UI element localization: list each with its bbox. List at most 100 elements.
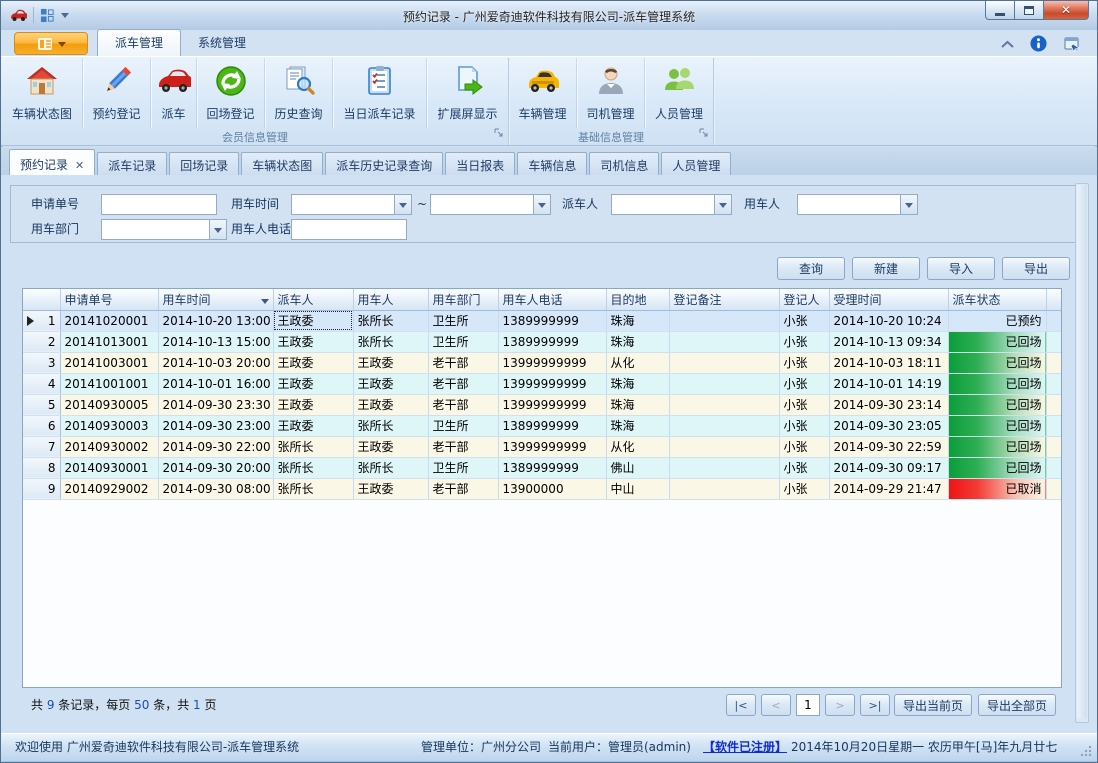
table-row[interactable]: 2201410130012014-10-13 15:00王政委张所长卫生所138… <box>23 331 1061 352</box>
close-button[interactable]: ✕ <box>1044 1 1089 20</box>
import-button[interactable]: 导入 <box>927 257 995 280</box>
doc-tab-回场记录[interactable]: 回场记录 <box>169 152 239 175</box>
cell-dispatcher[interactable]: 王政委 <box>273 394 353 415</box>
cell-dispatcher[interactable]: 王政委 <box>273 352 353 373</box>
doc-tab-车辆状态图[interactable]: 车辆状态图 <box>241 152 323 175</box>
cell-dispatcher[interactable]: 王政委 <box>273 373 353 394</box>
ribbon-button-司机管理[interactable]: 司机管理 <box>577 58 645 128</box>
order-no-input[interactable] <box>101 194 217 215</box>
cell-note[interactable] <box>669 310 779 331</box>
cell-accepted[interactable]: 2014-09-30 22:59 <box>829 436 948 457</box>
table-row[interactable]: 1201410200012014-10-20 13:00王政委张所长卫生所138… <box>23 310 1061 331</box>
cell-dispatcher[interactable]: 张所长 <box>273 436 353 457</box>
doc-tab-派车记录[interactable]: 派车记录 <box>97 152 167 175</box>
ribbon-button-历史查询[interactable]: 历史查询 <box>265 58 333 128</box>
column-header-用车人[interactable]: 用车人 <box>353 289 428 310</box>
cell-dest[interactable]: 珠海 <box>606 373 669 394</box>
cell-dispatcher[interactable]: 王政委 <box>273 310 353 331</box>
cell-order[interactable]: 20140929002 <box>60 478 158 499</box>
doc-tab-派车历史记录查询[interactable]: 派车历史记录查询 <box>325 152 443 175</box>
next-page-button[interactable]: > <box>825 694 855 716</box>
cell-user[interactable]: 王政委 <box>353 373 428 394</box>
cell-status[interactable]: 已取消 <box>948 478 1046 499</box>
table-row[interactable]: 3201410030012014-10-03 20:00王政委王政委老干部139… <box>23 352 1061 373</box>
cell-time[interactable]: 2014-09-30 23:00 <box>158 415 273 436</box>
cell-dept[interactable]: 老干部 <box>428 352 498 373</box>
ribbon-button-当日派车记录[interactable]: 当日派车记录 <box>333 58 427 128</box>
column-header-受理时间[interactable]: 受理时间 <box>829 289 948 310</box>
cell-user[interactable]: 王政委 <box>353 394 428 415</box>
table-row[interactable]: 7201409300022014-09-30 22:00张所长王政委老干部139… <box>23 436 1061 457</box>
cell-dept[interactable]: 卫生所 <box>428 331 498 352</box>
cell-registrar[interactable]: 小张 <box>779 394 829 415</box>
last-page-button[interactable]: >| <box>860 694 890 716</box>
cell-accepted[interactable]: 2014-09-30 09:17 <box>829 457 948 478</box>
doc-tab-车辆信息[interactable]: 车辆信息 <box>517 152 587 175</box>
doc-tab-当日报表[interactable]: 当日报表 <box>445 152 515 175</box>
style-selector-icon[interactable] <box>1063 36 1081 52</box>
cell-user[interactable]: 王政委 <box>353 478 428 499</box>
cell-dept[interactable]: 卫生所 <box>428 310 498 331</box>
cell-user[interactable]: 张所长 <box>353 310 428 331</box>
cell-registrar[interactable]: 小张 <box>779 436 829 457</box>
cell-order[interactable]: 20141001001 <box>60 373 158 394</box>
cell-dept[interactable]: 老干部 <box>428 373 498 394</box>
cell-dest[interactable]: 从化 <box>606 436 669 457</box>
cell-phone[interactable]: 1389999999 <box>498 457 606 478</box>
cell-time[interactable]: 2014-09-30 08:00 <box>158 478 273 499</box>
cell-note[interactable] <box>669 415 779 436</box>
cell-status[interactable]: 已回场 <box>948 436 1046 457</box>
cell-dispatcher[interactable]: 张所长 <box>273 478 353 499</box>
export-all-pages-button[interactable]: 导出全部页 <box>978 694 1056 716</box>
cell-note[interactable] <box>669 478 779 499</box>
cell-phone[interactable]: 1389999999 <box>498 331 606 352</box>
cell-user[interactable]: 王政委 <box>353 352 428 373</box>
cell-note[interactable] <box>669 352 779 373</box>
ribbon-button-回场登记[interactable]: 回场登记 <box>197 58 265 128</box>
cell-dest[interactable]: 中山 <box>606 478 669 499</box>
query-button[interactable]: 查询 <box>777 257 845 280</box>
cell-phone[interactable]: 13999999999 <box>498 394 606 415</box>
cell-registrar[interactable]: 小张 <box>779 310 829 331</box>
ribbon-button-人员管理[interactable]: 人员管理 <box>645 58 713 128</box>
combo-dropdown-icon[interactable] <box>533 195 550 214</box>
cell-status[interactable]: 已回场 <box>948 331 1046 352</box>
license-link[interactable]: 【软件已注册】 <box>703 734 787 761</box>
column-header-目的地[interactable]: 目的地 <box>606 289 669 310</box>
cell-dest[interactable]: 珠海 <box>606 415 669 436</box>
new-button[interactable]: 新建 <box>852 257 920 280</box>
doc-tab-预约记录[interactable]: 预约记录✕ <box>9 149 95 175</box>
column-header-登记备注[interactable]: 登记备注 <box>669 289 779 310</box>
cell-phone[interactable]: 13999999999 <box>498 373 606 394</box>
table-row[interactable]: 5201409300052014-09-30 23:30王政委王政委老干部139… <box>23 394 1061 415</box>
cell-registrar[interactable]: 小张 <box>779 415 829 436</box>
cell-accepted[interactable]: 2014-09-29 21:47 <box>829 478 948 499</box>
cell-time[interactable]: 2014-09-30 22:00 <box>158 436 273 457</box>
combo-dropdown-icon[interactable] <box>209 220 226 239</box>
cell-time[interactable]: 2014-10-13 15:00 <box>158 331 273 352</box>
cell-order[interactable]: 20140930005 <box>60 394 158 415</box>
table-row[interactable]: 8201409300012014-09-30 20:00张所长张所长卫生所138… <box>23 457 1061 478</box>
cell-order[interactable]: 20141020001 <box>60 310 158 331</box>
ribbon-button-车辆状态图[interactable]: 车辆状态图 <box>2 58 83 128</box>
column-header-用车部门[interactable]: 用车部门 <box>428 289 498 310</box>
export-current-page-button[interactable]: 导出当前页 <box>894 694 972 716</box>
maximize-button[interactable] <box>1015 1 1044 20</box>
column-header-派车人[interactable]: 派车人 <box>273 289 353 310</box>
cell-time[interactable]: 2014-09-30 23:30 <box>158 394 273 415</box>
phone-input[interactable] <box>291 219 407 240</box>
cell-time[interactable]: 2014-10-20 13:00 <box>158 310 273 331</box>
cell-dept[interactable]: 老干部 <box>428 478 498 499</box>
cell-dest[interactable]: 珠海 <box>606 310 669 331</box>
dialog-launcher-icon[interactable] <box>699 128 709 141</box>
cell-user[interactable]: 王政委 <box>353 436 428 457</box>
cell-time[interactable]: 2014-09-30 20:00 <box>158 457 273 478</box>
cell-user[interactable]: 张所长 <box>353 457 428 478</box>
doc-tab-人员管理[interactable]: 人员管理 <box>661 152 731 175</box>
cell-note[interactable] <box>669 331 779 352</box>
cell-registrar[interactable]: 小张 <box>779 352 829 373</box>
cell-user[interactable]: 张所长 <box>353 415 428 436</box>
scrollbar-thumb[interactable] <box>1077 185 1087 718</box>
cell-phone[interactable]: 13999999999 <box>498 352 606 373</box>
prev-page-button[interactable]: < <box>761 694 791 716</box>
